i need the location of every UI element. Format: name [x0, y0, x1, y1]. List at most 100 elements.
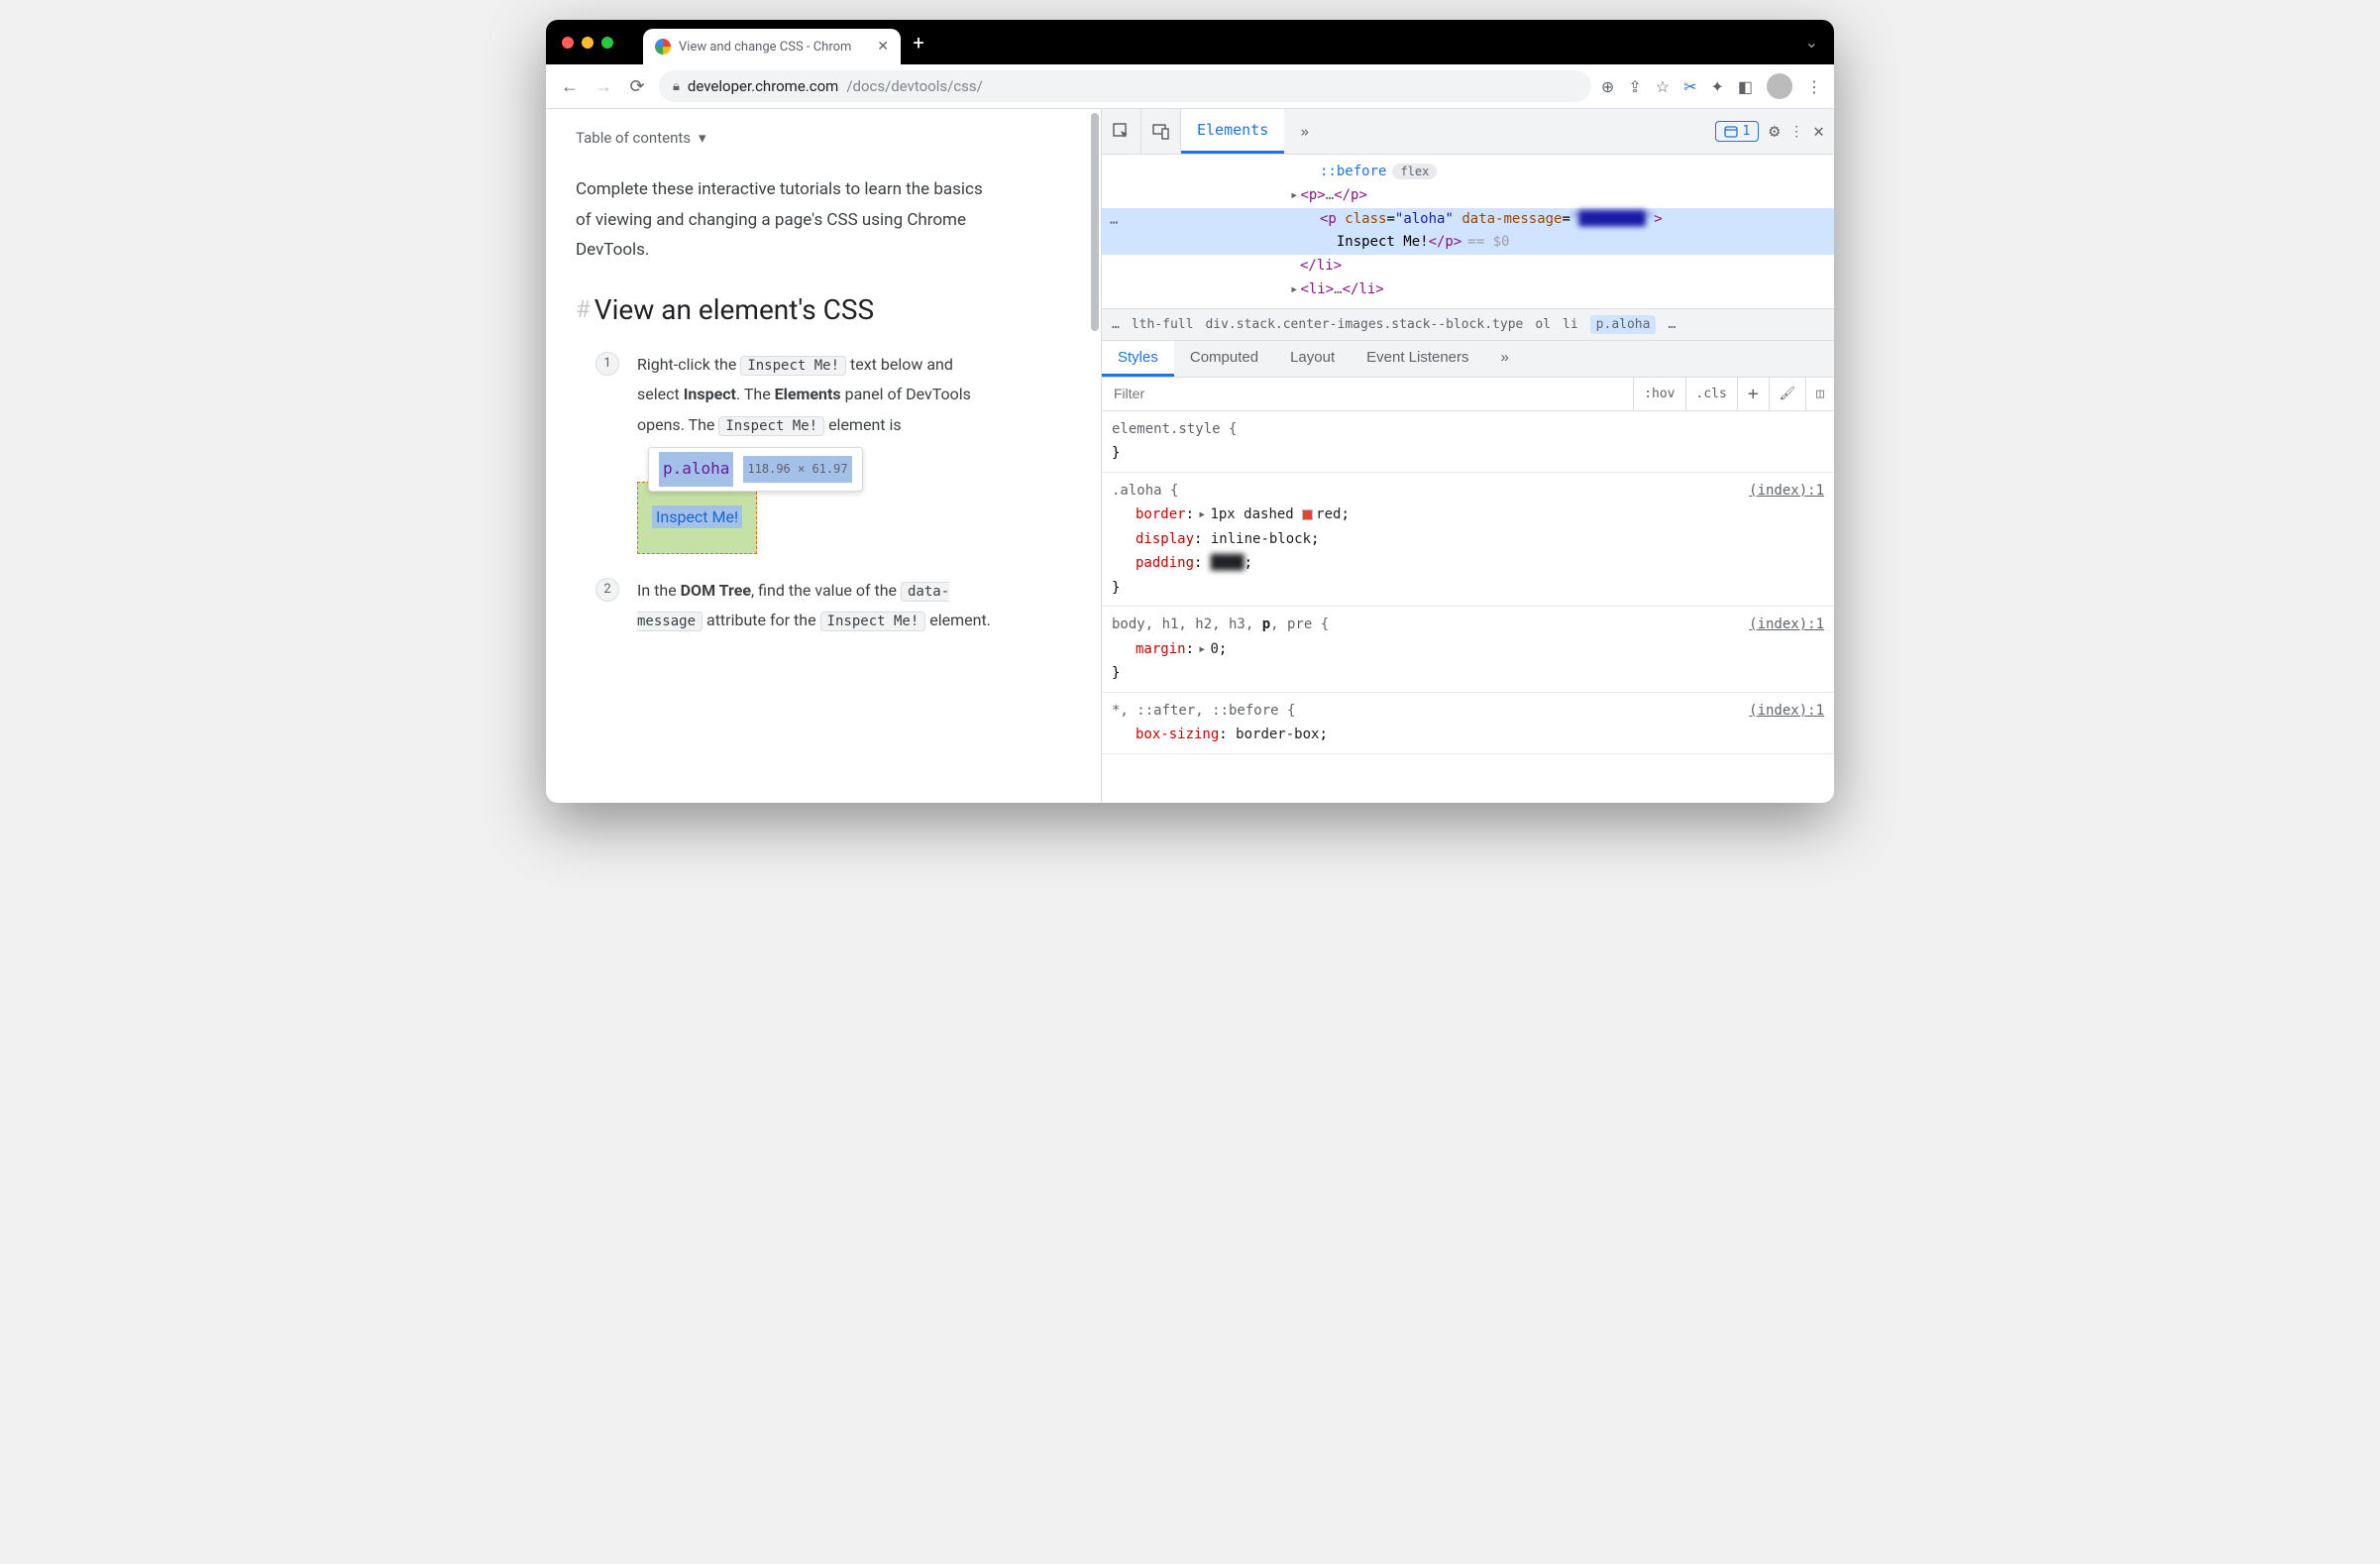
heading-text: View an element's CSS	[595, 293, 874, 326]
url-host: developer.chrome.com	[688, 77, 838, 95]
intro-paragraph: Complete these interactive tutorials to …	[576, 174, 992, 266]
hov-toggle[interactable]: :hov	[1633, 378, 1684, 410]
computed-sidebar-icon[interactable]: ◫	[1805, 378, 1834, 410]
styles-tab-event-listeners[interactable]: Event Listeners	[1351, 341, 1484, 377]
color-swatch[interactable]	[1302, 509, 1313, 520]
dom-node[interactable]: ::beforeflex	[1102, 161, 1834, 184]
style-rule[interactable]: element.style { }	[1102, 411, 1834, 473]
code-inspect-me: Inspect Me!	[740, 356, 846, 376]
step-body: In the DOM Tree, find the value of the d…	[637, 576, 994, 636]
window-zoom-button[interactable]	[601, 37, 613, 49]
styles-filter-input[interactable]	[1102, 386, 1633, 401]
settings-icon[interactable]: ⚙	[1769, 121, 1780, 142]
crumb-item[interactable]: lth-full	[1132, 317, 1194, 332]
devtools-menu-icon[interactable]: ⋮	[1789, 124, 1803, 140]
crumb-item[interactable]: li	[1563, 317, 1578, 332]
extensions-icon[interactable]: ✦	[1710, 77, 1723, 96]
tab-title: View and change CSS - Chrom	[679, 40, 869, 55]
tab-strip: View and change CSS - Chrom ✕ +	[643, 20, 932, 64]
hash-anchor-icon[interactable]: #	[576, 295, 591, 323]
address-bar: ← → ⟳ 🔒︎ developer.chrome.com/docs/devto…	[546, 64, 1834, 109]
styles-tab-styles[interactable]: Styles	[1102, 341, 1174, 377]
scissors-icon[interactable]: ✂	[1683, 77, 1696, 96]
dom-tree[interactable]: ::beforeflex ▸<p>…</p> <p class="aloha" …	[1102, 155, 1834, 308]
inspect-tool-icon[interactable]	[1102, 109, 1141, 154]
steps-list: 1 Right-click the Inspect Me! text below…	[595, 350, 1071, 636]
inspector-tooltip: p.aloha 118.96 × 61.97	[648, 447, 863, 491]
chrome-favicon-icon	[655, 39, 671, 55]
devtools-tab-elements[interactable]: Elements	[1181, 109, 1284, 154]
crumb-ellipsis[interactable]: …	[1668, 317, 1676, 332]
toc-label: Table of contents	[576, 129, 691, 147]
device-toolbar-icon[interactable]	[1141, 109, 1181, 154]
breadcrumb[interactable]: … lth-full div.stack.center-images.stack…	[1102, 308, 1834, 341]
devtools-tabbar-actions: 1 ⚙ ⋮ ✕	[1705, 109, 1834, 154]
content-area: Table of contents ▾ Complete these inter…	[546, 109, 1834, 803]
crumb-item[interactable]: div.stack.center-images.stack--block.typ…	[1205, 317, 1523, 332]
sidepanel-icon[interactable]: ◧	[1738, 77, 1753, 96]
crumb-item[interactable]: ol	[1535, 317, 1551, 332]
url-field[interactable]: 🔒︎ developer.chrome.com/docs/devtools/cs…	[659, 70, 1591, 102]
step-number: 2	[595, 578, 619, 602]
styles-tabbar: Styles Computed Layout Event Listeners »	[1102, 341, 1834, 378]
lock-icon: 🔒︎	[673, 79, 680, 94]
share-icon[interactable]: ⇪	[1628, 77, 1641, 96]
browser-window: View and change CSS - Chrom ✕ + ⌄ ← → ⟳ …	[546, 20, 1834, 803]
style-rule[interactable]: (index):1 .aloha { border:▸1px dashed re…	[1102, 473, 1834, 608]
cls-toggle[interactable]: .cls	[1685, 378, 1737, 410]
profile-avatar[interactable]	[1767, 73, 1792, 99]
new-style-rule-icon[interactable]: +	[1737, 378, 1769, 410]
window-minimize-button[interactable]	[582, 37, 594, 49]
step-body: Right-click the Inspect Me! text below a…	[637, 350, 994, 554]
dom-node[interactable]: </li>	[1102, 255, 1834, 279]
rule-source-link[interactable]: (index):1	[1749, 479, 1824, 503]
styles-filter-row: :hov .cls + 🖌︎ ◫	[1102, 378, 1834, 411]
nav-reload-button[interactable]: ⟳	[625, 76, 649, 97]
styles-tab-layout[interactable]: Layout	[1274, 341, 1351, 377]
styles-tabs-more-icon[interactable]: »	[1485, 341, 1525, 377]
table-of-contents-toggle[interactable]: Table of contents ▾	[576, 129, 1071, 147]
tab-close-icon[interactable]: ✕	[877, 39, 889, 55]
devtools-tabs-more-icon[interactable]: »	[1284, 109, 1325, 154]
crumb-current[interactable]: p.aloha	[1590, 315, 1657, 334]
zoom-icon[interactable]: ⊕	[1601, 77, 1614, 96]
devtools-tabbar: Elements » 1 ⚙ ⋮ ✕	[1102, 109, 1834, 155]
step-item: 2 In the DOM Tree, find the value of the…	[595, 576, 1071, 636]
new-tab-button[interactable]: +	[905, 29, 932, 56]
style-rule[interactable]: (index):1 *, ::after, ::before { box-siz…	[1102, 693, 1834, 754]
nav-back-button[interactable]: ←	[558, 76, 582, 97]
address-bar-actions: ⊕ ⇪ ☆ ✂ ✦ ◧ ⋮	[1601, 73, 1822, 99]
flex-badge[interactable]: flex	[1392, 164, 1437, 179]
styles-rules[interactable]: element.style { } (index):1 .aloha { bor…	[1102, 411, 1834, 803]
titlebar: View and change CSS - Chrom ✕ + ⌄	[546, 20, 1834, 64]
rule-source-link[interactable]: (index):1	[1749, 699, 1824, 724]
menu-icon[interactable]: ⋮	[1806, 77, 1822, 96]
styles-tab-computed[interactable]: Computed	[1174, 341, 1274, 377]
page-scrollbar[interactable]	[1091, 113, 1099, 331]
url-path: /docs/devtools/css/	[846, 77, 983, 95]
style-rule[interactable]: (index):1 body, h1, h2, h3, p, pre { mar…	[1102, 607, 1834, 693]
inspect-me-text: Inspect Me!	[652, 505, 742, 528]
paintbrush-icon[interactable]: 🖌︎	[1769, 378, 1806, 410]
window-close-button[interactable]	[562, 37, 574, 49]
dom-node[interactable]: ▸<li>…</li>	[1102, 279, 1834, 302]
dom-node[interactable]: ▸<p>…</p>	[1102, 184, 1834, 208]
nav-forward-button: →	[592, 76, 615, 97]
rule-source-link[interactable]: (index):1	[1749, 613, 1824, 637]
tooltip-selector: p.aloha	[659, 452, 733, 486]
section-heading: # View an element's CSS	[576, 293, 1071, 326]
chevron-down-icon: ▾	[699, 129, 706, 147]
crumb-ellipsis[interactable]: …	[1112, 317, 1120, 332]
bookmark-icon[interactable]: ☆	[1656, 77, 1670, 96]
tab-overflow-icon[interactable]: ⌄	[1805, 33, 1818, 52]
dom-node-selected[interactable]: <p class="aloha" data-message="████████"…	[1102, 208, 1834, 256]
devtools-panel: Elements » 1 ⚙ ⋮ ✕ ::beforeflex ▸<p>…</p…	[1101, 109, 1834, 803]
devtools-close-icon[interactable]: ✕	[1813, 121, 1824, 142]
traffic-lights	[562, 37, 613, 49]
step-number: 1	[595, 352, 619, 376]
inspect-me-element[interactable]: p.aloha 118.96 × 61.97 Inspect Me!	[637, 482, 757, 553]
code-inspect-me-3: Inspect Me!	[820, 612, 926, 631]
issues-badge[interactable]: 1	[1715, 121, 1759, 142]
browser-tab[interactable]: View and change CSS - Chrom ✕	[643, 29, 901, 64]
code-inspect-me-2: Inspect Me!	[718, 416, 824, 436]
